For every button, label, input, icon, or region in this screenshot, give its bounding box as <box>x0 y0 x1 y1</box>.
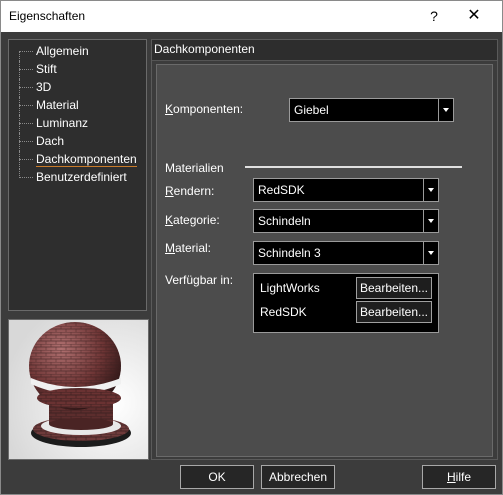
verfuegbar-label: Verfügbar in: <box>165 273 234 287</box>
tree-item-label: Luminanz <box>36 116 89 130</box>
material-select[interactable]: Schindeln 3 <box>253 241 439 265</box>
close-button[interactable]: ✕ <box>451 4 497 28</box>
rendern-select[interactable]: RedSDK <box>253 178 439 202</box>
category-tree: Allgemein Stift 3D Material Luminanz Dac… <box>8 39 147 311</box>
tree-item-3d[interactable]: 3D <box>9 79 144 97</box>
material-value: Schindeln 3 <box>258 246 321 260</box>
help-button[interactable]: Hilfe <box>422 465 496 489</box>
tree-item-label: Dachkomponenten <box>36 152 137 167</box>
bearbeiten-redsdk-button[interactable]: Bearbeiten... <box>356 301 432 323</box>
komponenten-select[interactable]: Giebel <box>289 98 454 122</box>
cancel-button[interactable]: Abbrechen <box>261 465 335 489</box>
renderer-name-redsdk: RedSDK <box>260 305 307 319</box>
panel-header: Dachkomponenten <box>152 40 497 61</box>
help-title-button[interactable]: ? <box>419 4 449 28</box>
rendern-label: Rendern: <box>165 184 215 198</box>
tree-item-label: Dach <box>36 134 65 148</box>
kategorie-value: Schindeln <box>258 214 311 228</box>
panel-title: Dachkomponenten <box>154 42 255 56</box>
chevron-down-icon[interactable] <box>423 210 438 232</box>
komponenten-label: Komponenten: <box>165 102 244 116</box>
tree-item-luminanz[interactable]: Luminanz <box>9 115 144 133</box>
dialog-client: Allgemein Stift 3D Material Luminanz Dac… <box>1 32 502 494</box>
tree-item-label: Stift <box>36 62 57 76</box>
tree-item-dach[interactable]: Dach <box>9 133 144 151</box>
tree-item-label: Allgemein <box>36 44 89 58</box>
tree-item-label: 3D <box>36 80 52 94</box>
bearbeiten-lightworks-button[interactable]: Bearbeiten... <box>356 277 432 299</box>
tree-item-benutzerdefiniert[interactable]: Benutzerdefiniert <box>9 169 144 187</box>
panel-body: Komponenten: Giebel Materialien Rendern:… <box>156 64 493 457</box>
window-title: Eigenschaften <box>9 9 86 23</box>
material-preview <box>8 319 149 460</box>
chevron-down-icon[interactable] <box>423 179 438 201</box>
brick-sphere-preview <box>9 320 148 459</box>
tree-item-dachkomponenten[interactable]: Dachkomponenten <box>9 151 144 169</box>
properties-dialog: Eigenschaften ? ✕ Allgemein Stift 3D Mat… <box>0 0 503 495</box>
kategorie-label: Kategorie: <box>165 213 220 227</box>
tree-item-stift[interactable]: Stift <box>9 61 144 79</box>
rendern-value: RedSDK <box>258 183 305 197</box>
chevron-down-icon[interactable] <box>438 99 453 121</box>
material-label: Material: <box>165 241 212 255</box>
komponenten-value: Giebel <box>294 103 329 117</box>
materialien-divider <box>245 166 462 168</box>
tree-item-allgemein[interactable]: Allgemein <box>9 43 144 61</box>
materialien-label: Materialien <box>165 161 224 175</box>
title-bar: Eigenschaften ? ✕ <box>1 1 502 32</box>
verfuegbar-list: LightWorks Bearbeiten... RedSDK Bearbeit… <box>253 273 439 333</box>
tree-item-label: Material <box>36 98 79 112</box>
chevron-down-icon[interactable] <box>423 242 438 264</box>
tree-item-material[interactable]: Material <box>9 97 144 115</box>
kategorie-select[interactable]: Schindeln <box>253 209 439 233</box>
ok-button[interactable]: OK <box>180 465 254 489</box>
properties-panel: Dachkomponenten Komponenten: Giebel Mate… <box>151 39 498 460</box>
tree-item-label: Benutzerdefiniert <box>36 170 127 184</box>
renderer-name-lightworks: LightWorks <box>260 281 320 295</box>
